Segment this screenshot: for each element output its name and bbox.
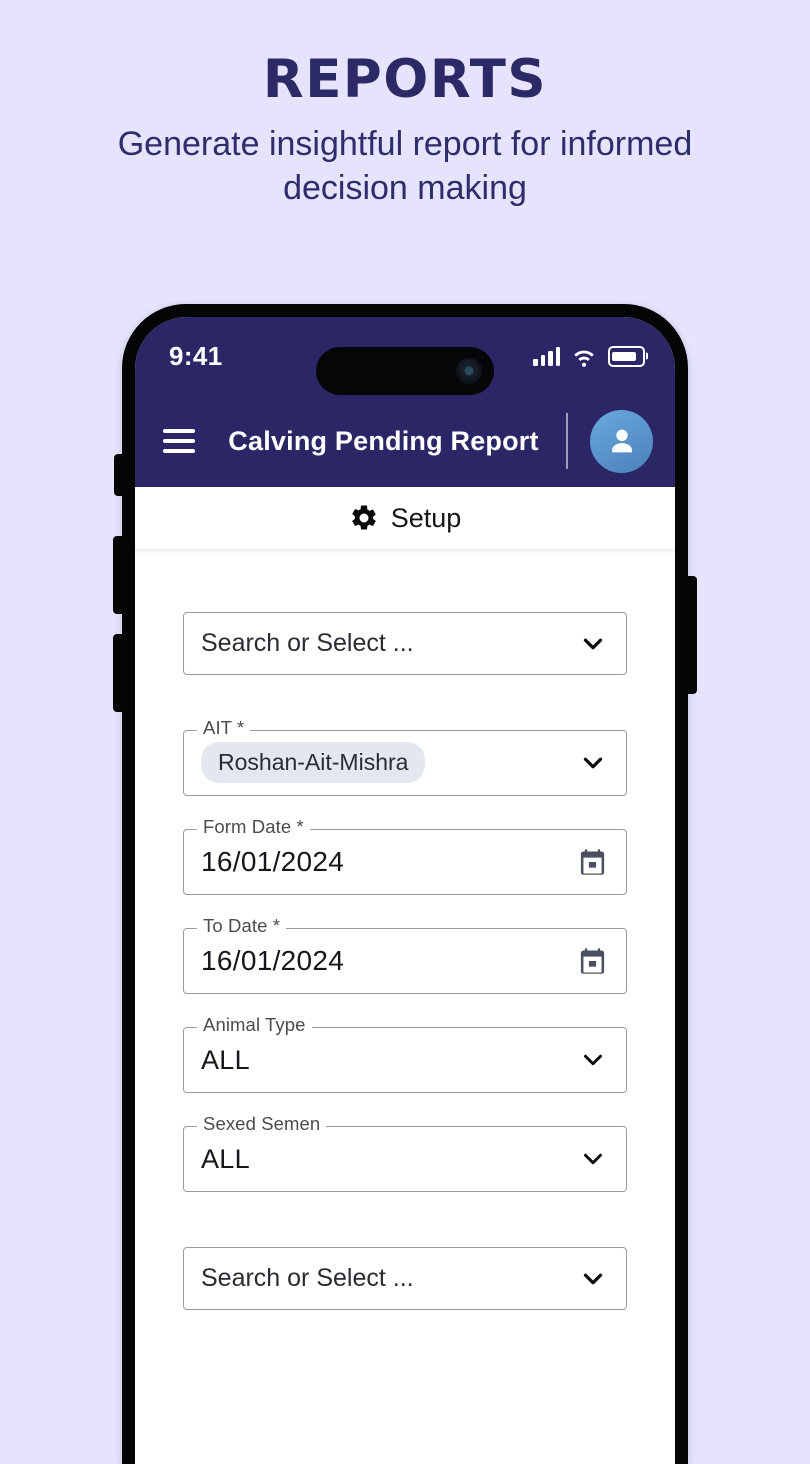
ait-select[interactable]: Roshan-Ait-Mishra (183, 730, 627, 796)
field-bottom-search-select: Search or Select ... (183, 1247, 627, 1310)
form-date-label: Form Date * (197, 817, 310, 837)
status-bar: 9:41 (135, 317, 675, 395)
chevron-down-icon[interactable] (578, 629, 608, 659)
animal-type-value: ALL (201, 1044, 250, 1075)
field-ait: AIT * Roshan-Ait-Mishra (183, 718, 627, 796)
top-search-select-placeholder: Search or Select ... (201, 629, 414, 657)
page-subtitle: Generate insightful report for informed … (117, 124, 693, 207)
cellular-signal-icon (533, 346, 560, 366)
form-date-input[interactable]: 16/01/2024 (183, 829, 627, 895)
form-date-value: 16/01/2024 (201, 846, 345, 877)
chevron-down-icon[interactable] (578, 1144, 608, 1174)
field-form-date: Form Date * 16/01/2024 (183, 817, 627, 895)
status-bar-clock: 9:41 (169, 340, 223, 371)
promo-header: REPORTS Generate insightful report for i… (0, 0, 810, 210)
battery-icon (608, 345, 645, 367)
ait-selected-chip[interactable]: Roshan-Ait-Mishra (201, 742, 426, 783)
field-top-search-select: Search or Select ... (183, 612, 627, 675)
to-date-value: 16/01/2024 (201, 945, 345, 976)
phone-screen: 9:41 Calving Pending Report Setup Search… (135, 317, 675, 1464)
phone-mockup: 9:41 Calving Pending Report Setup Search… (113, 304, 697, 1464)
field-to-date: To Date * 16/01/2024 (183, 916, 627, 994)
wifi-icon (574, 350, 594, 367)
sexed-semen-value: ALL (201, 1143, 250, 1174)
to-date-label: To Date * (197, 916, 286, 936)
calendar-icon[interactable] (577, 847, 608, 878)
volume-down-button[interactable] (113, 634, 123, 712)
animal-type-label: Animal Type (197, 1015, 312, 1035)
bottom-search-select-input[interactable]: Search or Select ... (183, 1247, 627, 1310)
chevron-down-icon[interactable] (578, 748, 608, 778)
hamburger-menu-icon[interactable] (163, 429, 195, 453)
power-button[interactable] (687, 576, 697, 694)
field-sexed-semen: Sexed Semen ALL (183, 1114, 627, 1192)
tab-setup[interactable]: Setup (135, 487, 675, 550)
sexed-semen-label: Sexed Semen (197, 1114, 327, 1134)
to-date-input[interactable]: 16/01/2024 (183, 928, 627, 994)
top-search-select-input[interactable]: Search or Select ... (183, 612, 627, 675)
field-animal-type: Animal Type ALL (183, 1015, 627, 1093)
bottom-search-select-placeholder: Search or Select ... (201, 1264, 414, 1292)
silent-switch-button[interactable] (114, 454, 123, 496)
front-camera-icon (456, 358, 482, 384)
user-avatar-icon (611, 429, 632, 453)
gear-icon (352, 505, 376, 530)
dynamic-island (316, 347, 494, 395)
report-setup-form: Search or Select ... AIT * Roshan-Ait-Mi… (135, 550, 675, 1464)
volume-up-button[interactable] (113, 536, 123, 614)
page-title: REPORTS (262, 49, 548, 110)
sexed-semen-select[interactable]: ALL (183, 1126, 627, 1192)
app-bar-title: Calving Pending Report (228, 425, 539, 456)
ait-label: AIT * (197, 718, 251, 738)
app-bar: Calving Pending Report (135, 395, 675, 487)
animal-type-select[interactable]: ALL (183, 1027, 627, 1093)
tab-setup-label: Setup (390, 502, 462, 533)
chevron-down-icon[interactable] (578, 1045, 608, 1075)
status-bar-icons (533, 343, 645, 369)
calendar-icon[interactable] (577, 946, 608, 977)
chevron-down-icon[interactable] (578, 1264, 608, 1294)
app-bar-divider (566, 413, 568, 469)
user-avatar-button[interactable] (590, 409, 653, 473)
